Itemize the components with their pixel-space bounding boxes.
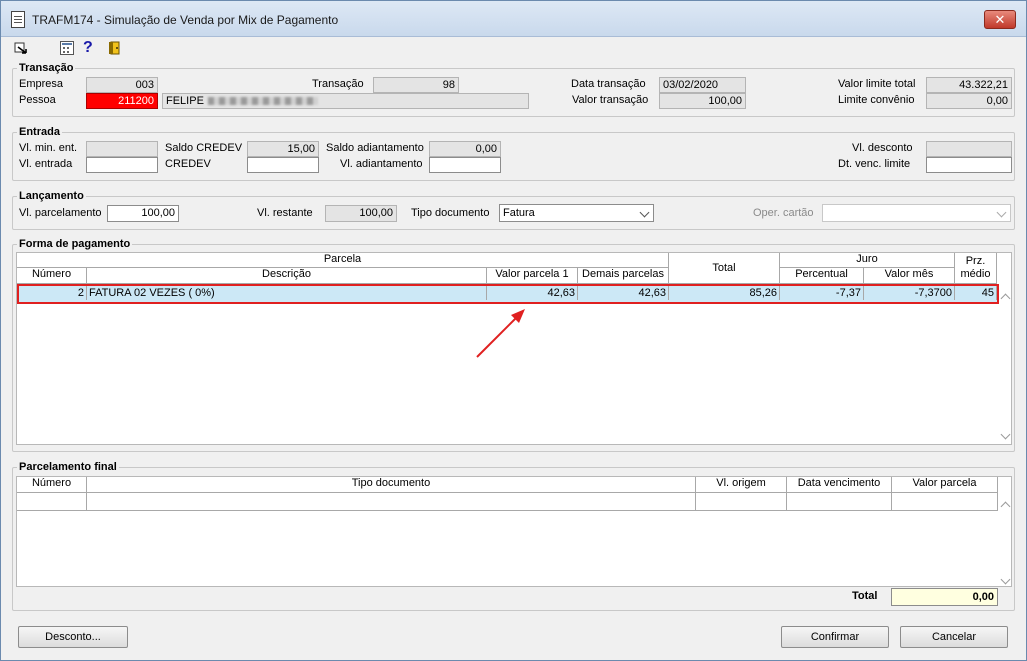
vl-adiantamento-field[interactable] [429, 157, 501, 173]
close-button[interactable]: ✕ [984, 10, 1016, 29]
pessoa-name-text: FELIPE [166, 95, 204, 107]
valor-transacao-field[interactable]: 100,00 [659, 93, 746, 109]
vl-restante-label: Vl. restante [257, 207, 313, 219]
entrada-legend: Entrada [19, 126, 60, 138]
window-title: TRAFM174 - Simulação de Venda por Mix de… [32, 13, 339, 27]
vl-restante-field[interactable]: 100,00 [325, 205, 397, 222]
header-parcela: Parcela [17, 253, 669, 268]
document-icon [11, 11, 25, 28]
saldo-adiantamento-label: Saldo adiantamento [326, 142, 424, 154]
data-transacao-label: Data transação [571, 78, 646, 90]
pf-header-numero[interactable]: Número [17, 477, 87, 493]
forma-pagamento-legend: Forma de pagamento [19, 238, 131, 250]
saldo-adiantamento-field[interactable]: 0,00 [429, 141, 501, 157]
credev-field[interactable] [247, 157, 319, 173]
header-numero[interactable]: Número [17, 268, 87, 284]
redacted-mask [207, 97, 318, 106]
vl-parcelamento-label: Vl. parcelamento [19, 207, 102, 219]
cancelar-button[interactable]: Cancelar [900, 626, 1008, 648]
total-field[interactable]: 0,00 [891, 588, 998, 606]
header-total[interactable]: Total [669, 253, 780, 284]
header-percentual[interactable]: Percentual [780, 268, 864, 284]
limite-convenio-field[interactable]: 0,00 [926, 93, 1012, 109]
header-medio-text: médio [960, 268, 991, 280]
valor-transacao-label: Valor transação [572, 94, 649, 106]
pessoa-code-field[interactable]: 211200 [86, 93, 158, 109]
tipo-documento-select[interactable]: Fatura [499, 204, 654, 222]
tipo-documento-value: Fatura [503, 207, 535, 219]
header-demais-parcelas[interactable]: Demais parcelas [578, 268, 669, 284]
highlight-box [17, 284, 999, 304]
pf-header-data-vencimento[interactable]: Data vencimento [787, 477, 892, 493]
header-juro: Juro [780, 253, 955, 268]
vl-desconto-field[interactable] [926, 141, 1012, 157]
vl-entrada-field[interactable] [86, 157, 158, 173]
exit-icon[interactable] [14, 41, 28, 55]
dt-venc-limite-field[interactable] [926, 157, 1012, 173]
tipo-documento-label: Tipo documento [411, 207, 490, 219]
pf-empty-row[interactable] [17, 493, 998, 511]
help-icon[interactable]: ? [83, 40, 95, 56]
vl-min-ent-label: Vl. min. ent. [19, 142, 78, 154]
main-window: TRAFM174 - Simulação de Venda por Mix de… [0, 0, 1027, 661]
data-transacao-field[interactable]: 03/02/2020 [659, 77, 746, 93]
parcelamento-final-grid: Número Tipo documento Vl. origem Data ve… [16, 476, 1012, 587]
scroll-up-icon[interactable] [1000, 501, 1011, 512]
credev-label: CREDEV [165, 158, 211, 170]
pessoa-label: Pessoa [19, 94, 56, 106]
header-prz-text: Prz. [965, 255, 986, 267]
header-valor-parcela[interactable]: Valor parcela 1 [487, 268, 578, 284]
transacao-legend: Transação [19, 62, 74, 74]
valor-limite-label: Valor limite total [838, 78, 916, 90]
title-bar: TRAFM174 - Simulação de Venda por Mix de… [1, 1, 1026, 37]
transacao-label: Transação [312, 78, 364, 90]
pf-header-tipo-documento[interactable]: Tipo documento [87, 477, 696, 493]
red-arrow-annotation [476, 309, 525, 358]
saldo-credev-field[interactable]: 15,00 [247, 141, 319, 157]
valor-limite-field[interactable]: 43.322,21 [926, 77, 1012, 93]
oper-cartao-select[interactable] [822, 204, 1011, 222]
confirmar-button[interactable]: Confirmar [781, 626, 889, 648]
desconto-button[interactable]: Desconto... [18, 626, 128, 648]
header-descricao[interactable]: Descrição [87, 268, 487, 284]
scroll-down-icon[interactable] [1000, 574, 1011, 585]
vl-parcelamento-field[interactable]: 100,00 [107, 205, 179, 222]
chevron-down-icon [996, 207, 1007, 218]
calculator-icon[interactable] [60, 41, 74, 55]
scroll-up-icon[interactable] [1000, 293, 1011, 304]
vl-adiantamento-label: Vl. adiantamento [340, 158, 423, 170]
vl-min-ent-field[interactable] [86, 141, 158, 157]
empresa-label: Empresa [19, 78, 64, 90]
saldo-credev-label: Saldo CREDEV [165, 142, 243, 154]
total-label: Total [852, 590, 878, 602]
vl-entrada-label: Vl. entrada [19, 158, 73, 170]
door-exit-icon[interactable] [108, 41, 122, 55]
vl-desconto-label: Vl. desconto [852, 142, 913, 154]
limite-convenio-label: Limite convênio [838, 94, 915, 106]
transacao-field[interactable]: 98 [373, 77, 459, 93]
header-prz-medio[interactable]: Prz. médio [955, 253, 997, 284]
empresa-field[interactable]: 003 [86, 77, 158, 93]
header-valor-mes[interactable]: Valor mês [864, 268, 955, 284]
parcelamento-final-legend: Parcelamento final [19, 461, 117, 473]
pf-header-valor-parcela[interactable]: Valor parcela [892, 477, 998, 493]
scroll-down-icon[interactable] [1000, 429, 1011, 440]
pessoa-name-field[interactable]: FELIPE [162, 93, 529, 109]
pf-header-vl-origem[interactable]: Vl. origem [696, 477, 787, 493]
lancamento-legend: Lançamento [19, 190, 84, 202]
chevron-down-icon [639, 207, 650, 218]
oper-cartao-label: Oper. cartão [753, 207, 814, 219]
dt-venc-limite-label: Dt. venc. limite [838, 158, 911, 170]
